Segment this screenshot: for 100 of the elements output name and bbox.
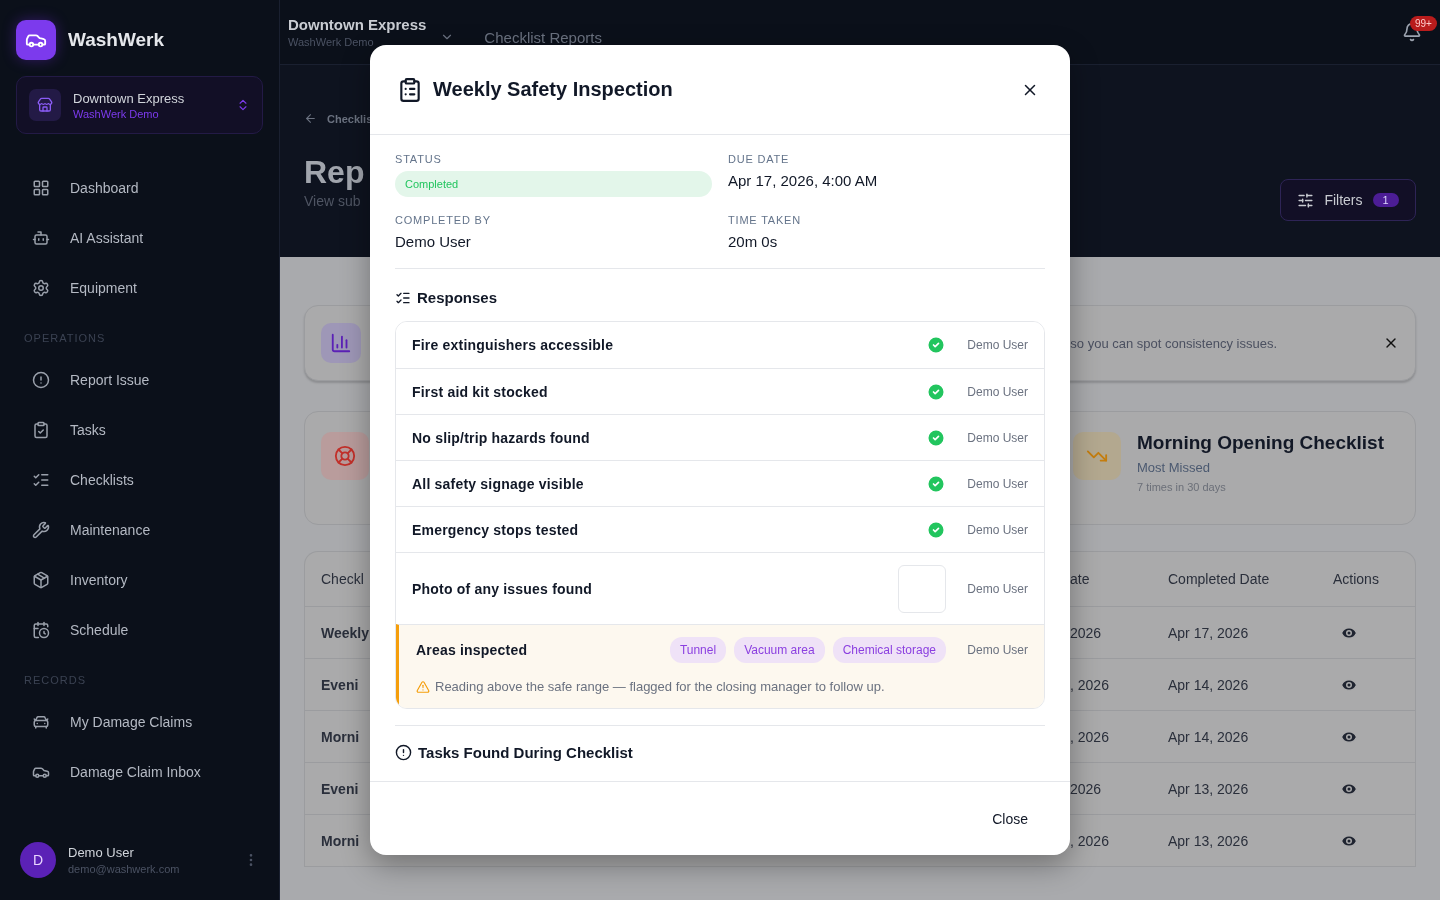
question-text: Fire extinguishers accessible [412,337,615,353]
table-cell: Weekly [321,624,369,641]
banner-text: so you can spot consistency issues. [1070,335,1277,351]
box-icon [32,571,50,589]
trending-down-icon [1073,432,1121,480]
nav-item[interactable]: AI Assistant [16,213,263,263]
nav-item[interactable]: Maintenance [16,505,263,555]
table-cell: Apr 14, 2026 [1168,676,1249,693]
nav-item[interactable]: Damage Claim Inbox [16,747,263,797]
filters-button[interactable]: Filters 1 [1280,179,1416,221]
brand-name: WashWerk [68,29,165,51]
calendar-icon [32,621,50,639]
field-label: DUE DATE [728,153,791,165]
back-arrow-icon[interactable] [304,112,317,125]
clipboard-check-icon [32,421,50,439]
field-value: Demo User [395,233,472,250]
responder-name: Demo User [966,476,1028,491]
table-cell: Morni [321,832,360,849]
car-icon [32,713,50,731]
responder-name: Demo User [966,643,1028,657]
tag: Vacuum area [734,637,825,663]
section-heading: Responses [417,289,498,306]
tag: Tunnel [669,637,727,663]
user-email: demo@washwerk.com [68,863,181,875]
robot-icon [32,229,50,247]
field-label: TIME TAKEN [728,214,802,226]
page-subtitle: View sub [304,193,361,209]
column-header: Completed Date [1168,571,1270,587]
table-cell: Apr 13, 2026 [1168,832,1249,849]
user-name: Demo User [68,845,135,860]
nav-item[interactable]: My Damage Claims [16,697,263,747]
column-header: ate [1070,571,1090,587]
responder-name: Demo User [966,430,1028,445]
nav-item[interactable]: Checklists [16,455,263,505]
nav-item[interactable]: Equipment [16,263,263,313]
logo-icon [16,20,56,60]
check-icon [926,381,946,402]
tag: Chemical storage [832,637,946,663]
close-button[interactable]: Close [980,802,1040,835]
question-text: Emergency stops tested [412,521,580,538]
photo-thumbnail [898,564,946,613]
responder-name: Demo User [966,522,1028,537]
status-badge: Completed [395,171,712,197]
responder-name: Demo User [966,384,1028,399]
table-cell: , 2026 [1070,832,1109,849]
table-cell: Morni [321,728,360,745]
avatar: D [20,842,56,878]
nav-item[interactable]: Report Issue [16,355,263,405]
table-cell: Apr 17, 2026 [1168,624,1249,641]
nav-item[interactable]: Dashboard [16,163,263,213]
notification-badge: 99+ [1410,16,1437,31]
store-name: Downtown Express [288,16,427,33]
gear-icon [32,279,50,297]
stat-label: Most Missed [1137,460,1211,475]
ring-icon [321,432,369,480]
table-cell: , 2026 [1070,728,1109,745]
store-org: WashWerk Demo [288,36,375,48]
table-cell: Eveni [321,676,359,693]
clipboard-icon [397,76,423,103]
responder-name: Demo User [966,338,1028,352]
nav-item[interactable]: Inventory [16,555,263,605]
field-value: Apr 17, 2026, 4:00 AM [728,172,879,189]
question-text: First aid kit stocked [412,383,549,400]
check-icon [926,335,946,355]
table-cell: 2026 [1070,780,1102,797]
nav-item[interactable]: Schedule [16,605,263,655]
question-text: All safety signage visible [412,475,585,492]
store-switcher[interactable]: Downtown Express WashWerk Demo [16,76,263,134]
check-icon [926,519,946,540]
column-header: Checkl [321,571,364,587]
check-icon [926,427,946,448]
alert-icon [32,371,50,389]
sliders-icon [1297,191,1315,209]
table-cell: Apr 14, 2026 [1168,728,1249,745]
field-label: COMPLETED BY [395,214,492,226]
store-icon [29,89,61,121]
table-cell: Eveni [321,780,359,797]
question-text: Photo of any issues found [412,580,593,597]
bar-chart-icon [321,323,361,363]
question-text: Areas inspected [416,642,529,658]
field-label: STATUS [395,153,443,165]
section-heading: Tasks Found During Checklist [418,744,633,761]
table-cell: , 2026 [1070,676,1109,693]
checklist-icon [32,471,50,489]
alert-icon [395,744,412,761]
responder-name: Demo User [966,581,1028,596]
filter-count: 1 [1372,193,1399,207]
warning-icon [416,679,430,694]
field-value: 20m 0s [728,233,779,250]
page-title: Checklist Reports [484,28,602,46]
section-label: OPERATIONS [23,331,107,346]
page-heading: Rep [304,155,365,189]
dialog-title: Weekly Safety Inspection [433,78,674,101]
table-cell: Apr 13, 2026 [1168,780,1249,797]
stat-title: Morning Opening Checklist [1137,432,1385,454]
stat-detail: 7 times in 30 days [1137,481,1227,493]
nav-item[interactable]: Tasks [16,405,263,455]
dashboard-icon [32,179,50,197]
warning-text: Reading above the safe range — flagged for the closing manager to follow up. [435,679,885,694]
column-header: Actions [1333,571,1379,587]
